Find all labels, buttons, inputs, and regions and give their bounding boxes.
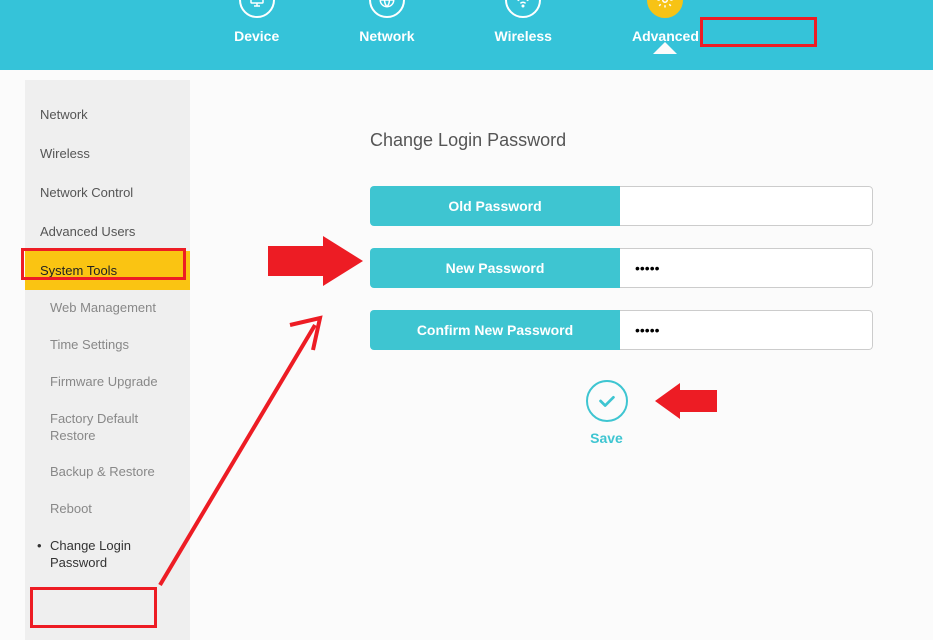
nav-device[interactable]: Device [234,0,279,44]
sidebar-item-wireless[interactable]: Wireless [25,134,190,173]
nav-device-label: Device [234,28,279,44]
page-title: Change Login Password [370,130,873,151]
nav-network-label: Network [359,28,414,44]
old-password-row: Old Password [370,186,873,226]
nav-wireless[interactable]: Wireless [495,0,552,44]
sidebar-item-network-control[interactable]: Network Control [25,173,190,212]
sidebar-sub-firmware-upgrade[interactable]: Firmware Upgrade [25,364,190,401]
nav-active-arrow [653,42,677,54]
sidebar-item-system-tools[interactable]: System Tools [25,251,190,290]
old-password-input[interactable] [620,186,873,226]
confirm-password-row: Confirm New Password [370,310,873,350]
main: Change Login Password Old Password New P… [190,80,933,640]
old-password-label: Old Password [370,186,620,226]
sidebar-sub-time-settings[interactable]: Time Settings [25,327,190,364]
sidebar-sub-factory-default[interactable]: Factory Default Restore [25,401,190,455]
new-password-row: New Password [370,248,873,288]
top-nav: Device Network Wireless Advanced [0,0,933,70]
new-password-input[interactable] [620,248,873,288]
confirm-password-label: Confirm New Password [370,310,620,350]
sidebar-sub-change-password[interactable]: Change Login Password [25,528,190,582]
save-button[interactable]: Save [586,380,628,446]
sidebar-item-advanced-users[interactable]: Advanced Users [25,212,190,251]
sidebar-sub-reboot[interactable]: Reboot [25,491,190,528]
advanced-icon [647,0,683,18]
check-icon [586,380,628,422]
sidebar: Network Wireless Network Control Advance… [25,80,190,640]
save-label: Save [590,430,623,446]
sidebar-sub-backup-restore[interactable]: Backup & Restore [25,454,190,491]
wireless-icon [505,0,541,18]
nav-wireless-label: Wireless [495,28,552,44]
content-wrap: Network Wireless Network Control Advance… [0,70,933,640]
save-wrap: Save [340,380,873,446]
network-icon [369,0,405,18]
device-icon [239,0,275,18]
new-password-label: New Password [370,248,620,288]
sidebar-item-network[interactable]: Network [25,95,190,134]
nav-network[interactable]: Network [359,0,414,44]
confirm-password-input[interactable] [620,310,873,350]
nav-advanced[interactable]: Advanced [632,0,699,44]
sidebar-sub-web-management[interactable]: Web Management [25,290,190,327]
